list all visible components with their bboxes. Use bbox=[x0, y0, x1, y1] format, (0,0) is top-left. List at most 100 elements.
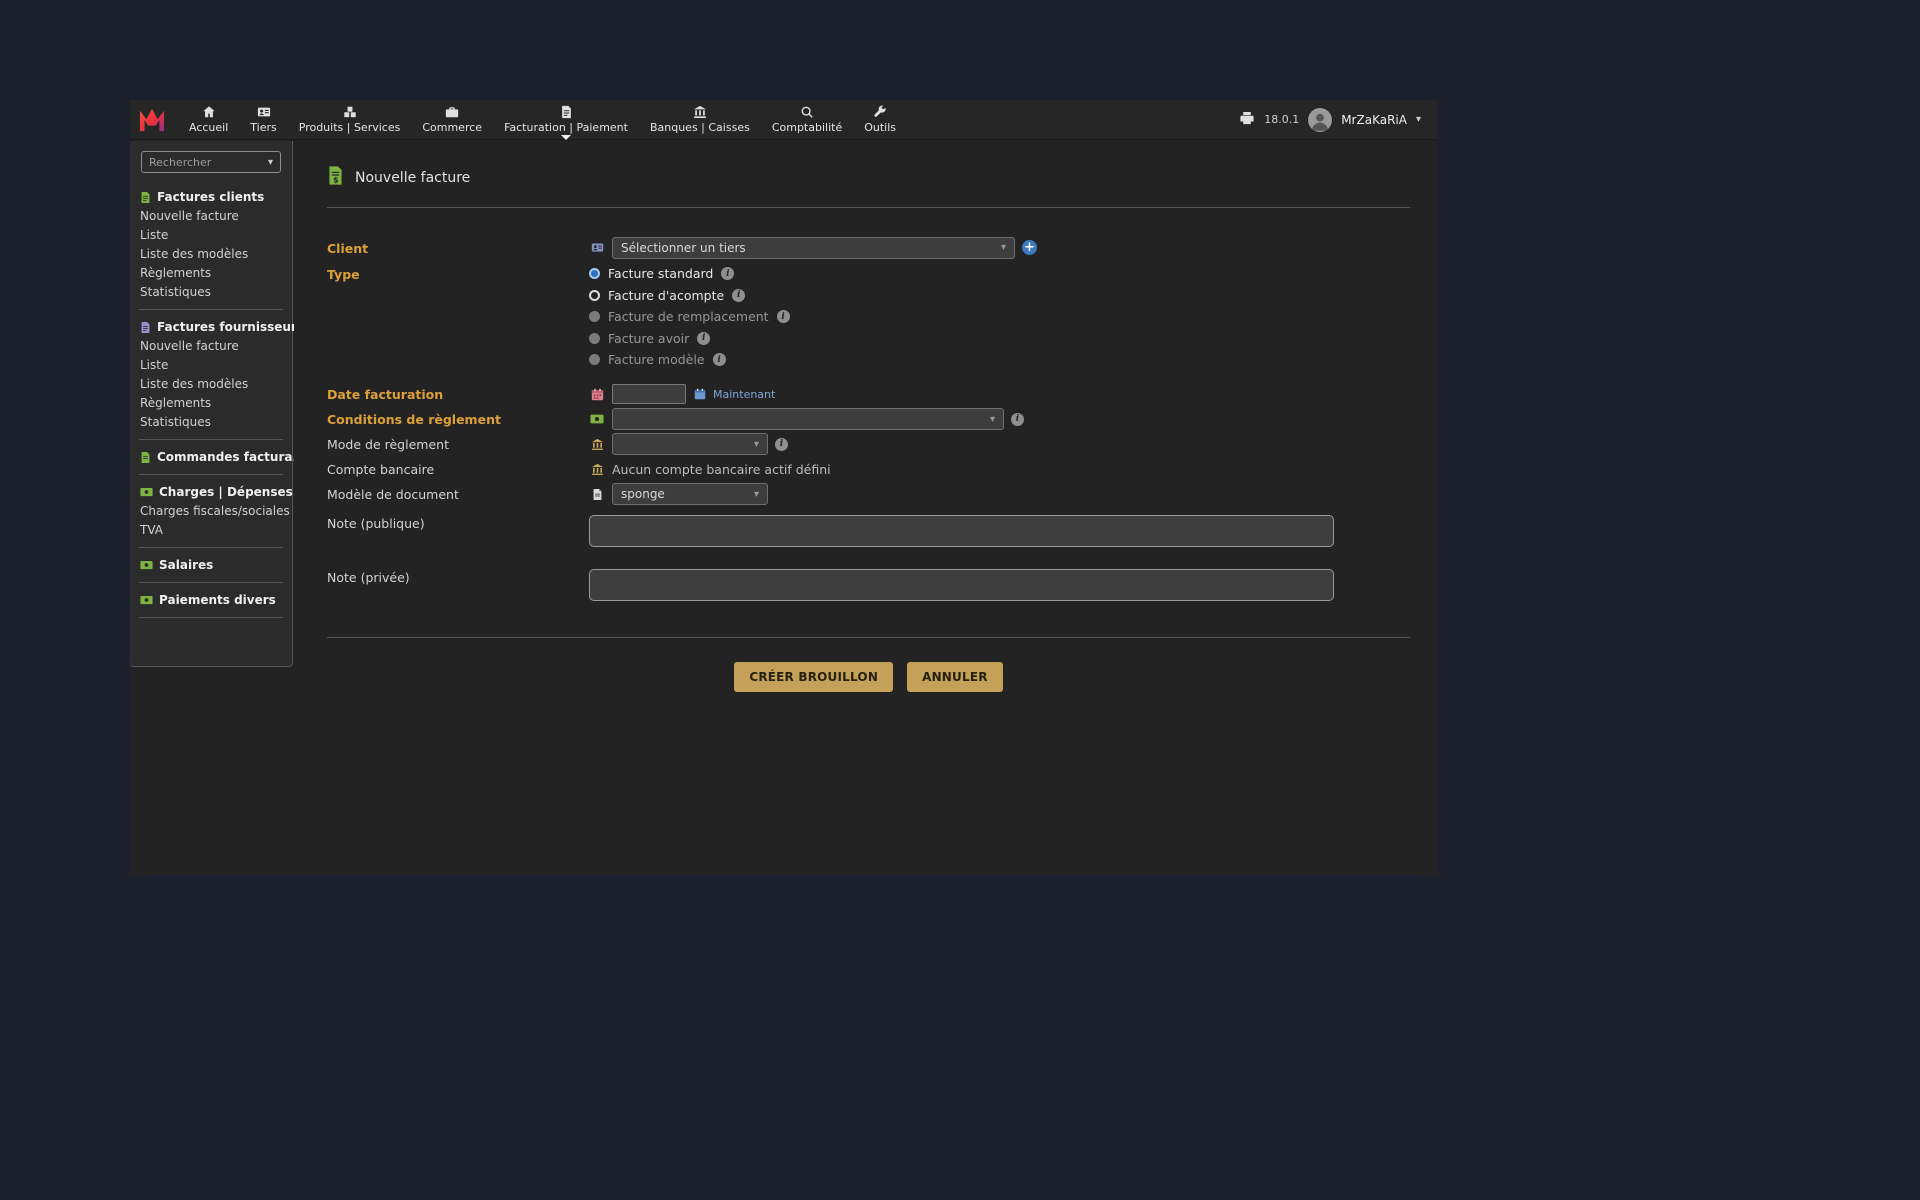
info-icon[interactable]: i bbox=[777, 310, 790, 323]
radio-icon[interactable] bbox=[589, 290, 600, 301]
cancel-button[interactable]: ANNULER bbox=[907, 662, 1003, 692]
sidebar-item-reglements-fournisseur[interactable]: Règlements bbox=[130, 394, 292, 413]
payment-terms-select[interactable]: ▾ bbox=[612, 408, 1004, 430]
chevron-down-icon: ▾ bbox=[268, 157, 273, 168]
top-navbar: Accueil Tiers Produits | Services Commer… bbox=[130, 100, 1437, 140]
invoice-date-input[interactable] bbox=[612, 384, 686, 404]
briefcase-icon bbox=[445, 105, 459, 119]
sidebar-section-paiements-divers[interactable]: Paiements divers bbox=[130, 590, 292, 610]
sidebar-section-commandes-facturables[interactable]: Commandes factura... bbox=[130, 447, 292, 467]
order-icon bbox=[140, 451, 151, 464]
info-icon[interactable]: i bbox=[1011, 413, 1024, 426]
user-avatar[interactable] bbox=[1308, 108, 1332, 132]
radio-checked-icon[interactable] bbox=[589, 268, 600, 279]
bank-icon bbox=[589, 463, 605, 476]
sidebar-item-nouvelle-facture-fournisseur[interactable]: Nouvelle facture bbox=[130, 337, 292, 356]
bank-account-label: Compte bancaire bbox=[327, 461, 589, 477]
topbar-right: 18.0.1 MrZaKaRiA ▾ bbox=[1239, 108, 1437, 132]
chevron-down-icon[interactable]: ▾ bbox=[1416, 114, 1421, 125]
payment-mode-select[interactable]: ▾ bbox=[612, 433, 768, 455]
calendar-now-icon[interactable] bbox=[693, 388, 706, 400]
info-icon[interactable]: i bbox=[697, 332, 710, 345]
sidebar-item-liste-des-modeles[interactable]: Liste des modèles bbox=[130, 245, 292, 264]
create-draft-button[interactable]: CRÉER BROUILLON bbox=[734, 662, 893, 692]
chevron-down-icon: ▾ bbox=[754, 439, 759, 450]
radio-disabled-icon bbox=[589, 311, 600, 322]
public-note-label: Note (publique) bbox=[327, 515, 589, 531]
private-note-textarea[interactable] bbox=[589, 569, 1334, 601]
sidebar-section-factures-clients[interactable]: Factures clients bbox=[130, 187, 292, 207]
sidebar-item-charges-fiscales-sociales[interactable]: Charges fiscales/sociales bbox=[130, 502, 292, 521]
search-select[interactable]: Rechercher ▾ bbox=[141, 151, 281, 173]
bank-icon bbox=[589, 438, 605, 451]
separator bbox=[139, 474, 283, 475]
add-third-party-button[interactable]: + bbox=[1022, 240, 1037, 255]
svg-text:$: $ bbox=[333, 176, 338, 185]
invoice-form: Client Sélectionner un tiers ▾ + Type bbox=[327, 234, 1410, 615]
radio-disabled-icon bbox=[589, 333, 600, 344]
wrench-icon bbox=[873, 105, 887, 119]
chevron-down-icon: ▾ bbox=[1001, 242, 1006, 253]
sidebar-item-statistiques-fournisseur[interactable]: Statistiques bbox=[130, 413, 292, 432]
home-icon bbox=[202, 105, 216, 119]
separator bbox=[139, 309, 283, 310]
nav-item-produits-services[interactable]: Produits | Services bbox=[288, 100, 412, 140]
nav-label: Banques | Caisses bbox=[650, 121, 750, 134]
now-link[interactable]: Maintenant bbox=[713, 388, 775, 401]
dolibarr-logo[interactable] bbox=[130, 100, 174, 140]
separator bbox=[139, 617, 283, 618]
sidebar-item-tva[interactable]: TVA bbox=[130, 521, 292, 540]
nav-label: Commerce bbox=[422, 121, 482, 134]
type-option-standard[interactable]: Facture standard i bbox=[589, 263, 790, 285]
chevron-down-icon: ▾ bbox=[990, 414, 995, 425]
sidebar-item-liste-des-modeles-fournisseur[interactable]: Liste des modèles bbox=[130, 375, 292, 394]
nav-item-comptabilite[interactable]: Comptabilité bbox=[761, 100, 853, 140]
app-window: Accueil Tiers Produits | Services Commer… bbox=[130, 100, 1437, 875]
username-label[interactable]: MrZaKaRiA bbox=[1341, 113, 1407, 127]
public-note-textarea[interactable] bbox=[589, 515, 1334, 547]
type-option-acompte[interactable]: Facture d'acompte i bbox=[589, 285, 790, 307]
sidebar-section-factures-fournisseur[interactable]: Factures fournisseur bbox=[130, 317, 292, 337]
invoice-icon bbox=[560, 105, 573, 119]
sidebar-section-charges-depenses[interactable]: Charges | Dépenses... bbox=[130, 482, 292, 502]
info-icon[interactable]: i bbox=[732, 289, 745, 302]
sidebar-item-statistiques[interactable]: Statistiques bbox=[130, 283, 292, 302]
document-icon bbox=[589, 488, 605, 501]
form-actions: CRÉER BROUILLON ANNULER bbox=[327, 662, 1410, 692]
info-icon[interactable]: i bbox=[775, 438, 788, 451]
separator bbox=[139, 439, 283, 440]
nav-item-banques-caisses[interactable]: Banques | Caisses bbox=[639, 100, 761, 140]
third-parties-icon bbox=[257, 105, 271, 119]
sidebar-section-salaires[interactable]: Salaires bbox=[130, 555, 292, 575]
separator bbox=[139, 547, 283, 548]
info-icon[interactable]: i bbox=[713, 353, 726, 366]
payment-mode-label: Mode de règlement bbox=[327, 436, 589, 452]
sidebar-item-liste[interactable]: Liste bbox=[130, 226, 292, 245]
separator bbox=[139, 582, 283, 583]
nav-item-facturation-paiement[interactable]: Facturation | Paiement bbox=[493, 100, 639, 140]
doc-model-select[interactable]: sponge ▾ bbox=[612, 483, 768, 505]
printer-icon[interactable] bbox=[1239, 111, 1255, 129]
customer-invoice-icon bbox=[140, 191, 151, 204]
nav-item-tiers[interactable]: Tiers bbox=[239, 100, 287, 140]
calendar-icon[interactable] bbox=[589, 388, 605, 401]
type-option-avoir: Facture avoir i bbox=[589, 328, 790, 350]
nav-item-outils[interactable]: Outils bbox=[853, 100, 907, 140]
nav-label: Produits | Services bbox=[299, 121, 401, 134]
sidebar-item-reglements[interactable]: Règlements bbox=[130, 264, 292, 283]
client-select[interactable]: Sélectionner un tiers ▾ bbox=[612, 237, 1015, 259]
supplier-invoice-icon bbox=[140, 321, 151, 334]
page-title: $ Nouvelle facture bbox=[327, 165, 1410, 190]
sidebar-item-nouvelle-facture[interactable]: Nouvelle facture bbox=[130, 207, 292, 226]
info-icon[interactable]: i bbox=[721, 267, 734, 280]
nav-item-accueil[interactable]: Accueil bbox=[178, 100, 239, 140]
money-bill-icon bbox=[140, 595, 153, 605]
main-menu: Accueil Tiers Produits | Services Commer… bbox=[178, 100, 907, 140]
nav-item-commerce[interactable]: Commerce bbox=[411, 100, 493, 140]
accounting-icon bbox=[800, 105, 814, 119]
third-party-icon bbox=[589, 241, 605, 254]
main-content: $ Nouvelle facture Client Sélectionner u… bbox=[294, 141, 1437, 875]
sidebar-item-liste-fournisseur[interactable]: Liste bbox=[130, 356, 292, 375]
money-bill-icon bbox=[589, 414, 605, 424]
chevron-down-icon: ▾ bbox=[754, 489, 759, 500]
